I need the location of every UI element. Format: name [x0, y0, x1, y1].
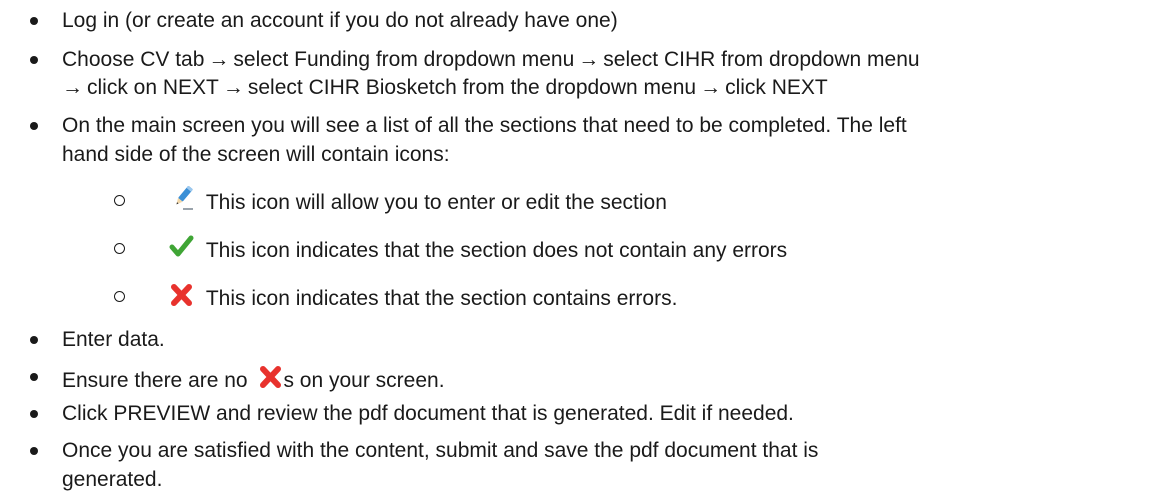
arrow-icon: → [62, 76, 83, 99]
icon-item-red-x: This icon indicates that the section con… [168, 282, 678, 310]
bullet-marker [30, 56, 38, 64]
instruction-preview: Click PREVIEW and review the pdf documen… [62, 402, 794, 425]
ensure-text-before: Ensure there are no [62, 369, 248, 392]
arrow-icon: → [578, 48, 600, 71]
checkmark-icon [169, 235, 194, 257]
ensure-text-after: s on your screen. [283, 369, 445, 392]
instruction-enter-data: Enter data. [62, 328, 165, 351]
sub-bullet-marker [114, 243, 125, 254]
arrow-icon: → [222, 76, 244, 99]
pencil-icon [176, 186, 193, 210]
bullet-marker [30, 17, 38, 25]
arrow-icon: → [208, 48, 230, 71]
instruction-choose-cv-continued: → click on NEXT → select CIHR Biosketch fro… [62, 75, 828, 101]
bullet-marker [30, 410, 38, 418]
checkmark-icon-description: This icon indicates that the section doe… [205, 239, 788, 262]
step-click-next: click on NEXT [87, 76, 219, 99]
instruction-choose-cv: Choose CV tab → select Funding from dropdo… [62, 47, 920, 73]
instruction-submit: Once you are satisfied with the content,… [62, 439, 819, 462]
icon-item-pencil: This icon will allow you to enter or edi… [168, 186, 667, 214]
step-click-next-final: click NEXT [725, 76, 828, 99]
bullet-marker [30, 122, 38, 130]
instruction-main-screen: On the main screen you will see a list o… [62, 114, 907, 137]
bullet-marker [30, 447, 38, 455]
step-select-cihr: select CIHR from dropdown menu [603, 48, 920, 71]
red-x-icon-description: This icon indicates that the section con… [205, 287, 678, 310]
instruction-main-screen-continued: hand side of the screen will contain ico… [62, 143, 450, 166]
bullet-marker [30, 373, 38, 381]
icon-item-checkmark: This icon indicates that the section doe… [168, 234, 788, 262]
sub-bullet-marker [114, 291, 125, 302]
step-select-funding: select Funding from dropdown menu [233, 48, 575, 71]
arrow-icon: → [700, 76, 722, 99]
instruction-ensure-no-errors: Ensure there are no s on your screen. [62, 364, 445, 392]
instruction-submit-continued: generated. [62, 468, 163, 491]
pencil-icon-description: This icon will allow you to enter or edi… [205, 191, 667, 214]
step-select-biosketch: select CIHR Biosketch from the dropdown … [247, 76, 697, 99]
red-x-icon [260, 366, 282, 388]
sub-bullet-marker [114, 195, 125, 206]
red-x-icon [171, 284, 192, 306]
bullet-marker [30, 336, 38, 344]
instruction-login: Log in (or create an account if you do n… [62, 9, 618, 32]
step-choose-cv-tab: Choose CV tab [62, 48, 205, 71]
